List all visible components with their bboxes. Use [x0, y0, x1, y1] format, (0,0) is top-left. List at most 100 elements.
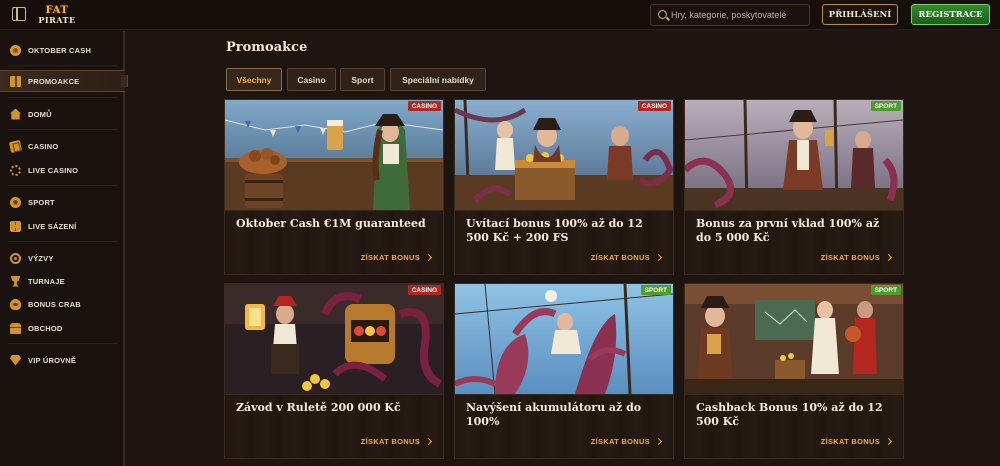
logo-line2: PIRATE	[38, 15, 76, 25]
gem-icon	[10, 354, 21, 366]
sidebar-item-label: OKTOBER CASH	[28, 45, 92, 55]
category-badge: CASINO	[407, 101, 441, 111]
chevron-right-icon	[884, 437, 893, 446]
get-bonus-label: ZÍSKAT BONUS	[360, 253, 420, 262]
page-title: Promoakce	[226, 40, 308, 55]
category-badge: CASINO	[407, 285, 441, 295]
get-bonus-label: ZÍSKAT BONUS	[360, 437, 420, 446]
sidebar-toggle-icon[interactable]	[12, 7, 26, 21]
divider	[8, 185, 118, 186]
get-bonus-link[interactable]: ZÍSKAT BONUS	[821, 253, 893, 262]
site-logo[interactable]: FAT PIRATE	[34, 3, 80, 27]
get-bonus-label: ZÍSKAT BONUS	[820, 437, 880, 446]
login-button[interactable]: PŘIHLÁŠENÍ	[822, 4, 898, 25]
soccer-ball-icon	[10, 196, 21, 208]
sidebar-item-vyzvy[interactable]: VÝZVY	[0, 247, 125, 269]
divider	[8, 343, 118, 344]
promo-image: SPORT	[685, 284, 903, 394]
sidebar-item-oktober-cash[interactable]: OKTOBER CASH	[0, 39, 125, 61]
coin-icon	[10, 44, 21, 56]
chevron-right-icon	[654, 253, 663, 262]
sidebar-item-live-casino[interactable]: LIVE CASINO	[0, 159, 125, 181]
tab-sport[interactable]: Sport	[340, 68, 385, 91]
sidebar-item-casino[interactable]: CASINO	[0, 135, 125, 157]
sidebar: OKTOBER CASH PROMOAKCE DOMŮ CASINO LIVE …	[0, 31, 128, 466]
target-icon	[10, 252, 21, 264]
tab-specialni-nabidky[interactable]: Speciální nabídky	[390, 68, 486, 91]
promo-card[interactable]: CASINO Uvítací bonus 100% až do 12 500 K…	[454, 99, 674, 275]
search-icon	[658, 10, 667, 19]
get-bonus-link[interactable]: ZÍSKAT BONUS	[590, 437, 663, 446]
sidebar-item-label: VÝZVY	[28, 253, 54, 263]
tab-casino[interactable]: Casino	[287, 68, 336, 91]
promo-title: Oktober Cash €1M guaranteed	[236, 217, 426, 230]
promo-card[interactable]: CASINO Oktober Cash €1M guaranteed ZÍSKA…	[224, 99, 444, 275]
divider	[8, 241, 118, 242]
get-bonus-link[interactable]: ZÍSKAT BONUS	[590, 253, 663, 262]
category-badge: SPORT	[640, 285, 671, 295]
promo-title: Cashback Bonus 10% až do 12 500 Kč	[696, 401, 883, 428]
promo-title: Navýšení akumulátoru až do 100%	[466, 401, 642, 428]
sidebar-item-label: PROMOAKCE	[28, 76, 80, 86]
promo-card[interactable]: SPORT Navýšení akumulátoru až do 100% ZÍ…	[454, 283, 674, 459]
category-badge: SPORT	[870, 285, 901, 295]
promo-card[interactable]: SPORT Cashback Bonus 10% až do 12 500 Kč…	[684, 283, 904, 459]
ticket-icon	[10, 220, 21, 232]
trophy-icon	[10, 275, 21, 287]
promo-body: Navýšení akumulátoru až do 100% ZÍSKAT B…	[455, 394, 673, 458]
sidebar-item-label: LIVE CASINO	[28, 165, 79, 175]
promo-body: Cashback Bonus 10% až do 12 500 Kč ZÍSKA…	[685, 394, 903, 458]
promo-card[interactable]: CASINO Závod v Ruletě 200 000 Kč ZÍSKAT …	[224, 283, 444, 459]
sidebar-item-bonus-crab[interactable]: BONUS CRAB	[0, 293, 125, 315]
get-bonus-label: ZÍSKAT BONUS	[590, 253, 650, 262]
search-input[interactable]	[671, 5, 809, 25]
tab-vsechny[interactable]: Všechny	[226, 68, 282, 91]
promo-image: CASINO	[225, 100, 443, 210]
sidebar-item-vip-urovne[interactable]: VIP ÚROVNĚ	[0, 349, 125, 371]
promo-body: Závod v Ruletě 200 000 Kč ZÍSKAT BONUS	[225, 394, 443, 458]
chevron-right-icon	[424, 437, 433, 446]
chevron-right-icon	[884, 253, 893, 262]
sidebar-item-live-sazeni[interactable]: LIVE SÁZENÍ	[0, 215, 125, 237]
cards-icon	[8, 139, 23, 153]
sidebar-item-label: BONUS CRAB	[28, 299, 81, 309]
divider	[8, 97, 118, 98]
promo-image: CASINO	[225, 284, 443, 394]
search-box[interactable]	[650, 4, 810, 26]
sidebar-item-label: DOMŮ	[28, 109, 52, 119]
sidebar-item-domu[interactable]: DOMŮ	[0, 103, 125, 125]
sidebar-item-label: TURNAJE	[28, 276, 65, 286]
get-bonus-link[interactable]: ZÍSKAT BONUS	[360, 437, 433, 446]
sidebar-item-obchod[interactable]: OBCHOD	[0, 317, 125, 339]
sidebar-item-promoakce[interactable]: PROMOAKCE	[0, 70, 128, 92]
sidebar-item-label: CASINO	[28, 141, 59, 151]
crab-icon	[10, 298, 21, 310]
promo-body: Bonus za první vklad 100% až do 5 000 Kč…	[685, 210, 903, 274]
promo-title: Uvítací bonus 100% až do 12 500 Kč + 200…	[466, 217, 643, 244]
divider	[8, 129, 118, 130]
promo-image: SPORT	[455, 284, 673, 394]
promo-card[interactable]: SPORT Bonus za první vklad 100% až do 5 …	[684, 99, 904, 275]
sidebar-item-label: SPORT	[28, 197, 55, 207]
chest-icon	[10, 322, 21, 334]
category-badge: SPORT	[870, 101, 901, 111]
promo-image: SPORT	[685, 100, 903, 210]
divider	[8, 65, 118, 66]
chevron-right-icon	[654, 437, 663, 446]
sidebar-item-label: OBCHOD	[28, 323, 63, 333]
promo-body: Oktober Cash €1M guaranteed ZÍSKAT BONUS	[225, 210, 443, 274]
top-bar: FAT PIRATE PŘIHLÁŠENÍ REGISTRACE	[0, 0, 1000, 30]
promo-image: CASINO	[455, 100, 673, 210]
sidebar-item-turnaje[interactable]: TURNAJE	[0, 270, 125, 292]
chip-icon	[10, 164, 21, 176]
get-bonus-label: ZÍSKAT BONUS	[590, 437, 650, 446]
register-button[interactable]: REGISTRACE	[911, 4, 990, 25]
gift-icon	[10, 75, 21, 87]
home-icon	[10, 108, 21, 120]
sidebar-item-label: VIP ÚROVNĚ	[28, 355, 77, 365]
chevron-right-icon	[424, 253, 433, 262]
sidebar-item-sport[interactable]: SPORT	[0, 191, 125, 213]
promo-title: Bonus za první vklad 100% až do 5 000 Kč	[696, 217, 880, 244]
get-bonus-link[interactable]: ZÍSKAT BONUS	[360, 253, 433, 262]
get-bonus-link[interactable]: ZÍSKAT BONUS	[820, 437, 893, 446]
